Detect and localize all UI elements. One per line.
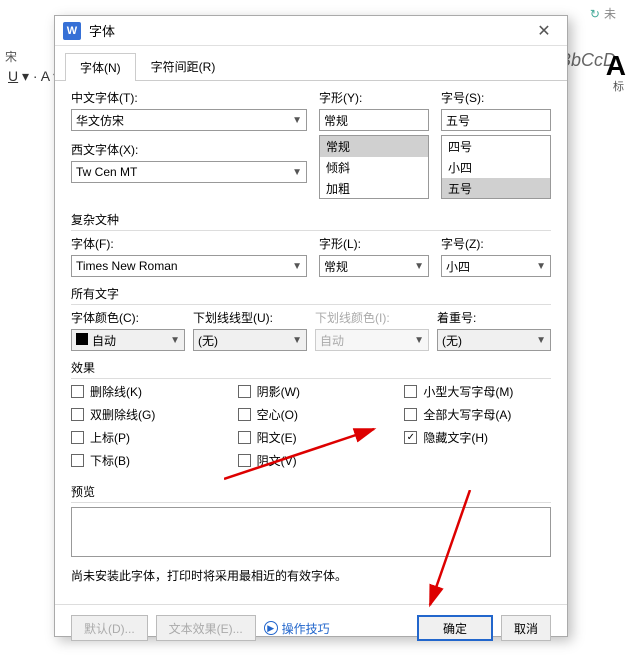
titlebar: W 字体 ✕ <box>55 16 567 46</box>
checkbox-icon <box>238 454 251 467</box>
checkbox-icon <box>71 431 84 444</box>
underline-color-label: 下划线颜色(I): <box>315 309 429 326</box>
chevron-down-icon: ▼ <box>292 167 302 178</box>
chevron-down-icon: ▼ <box>170 335 180 346</box>
color-swatch-icon <box>76 333 88 345</box>
style-label: 字形(Y): <box>319 89 429 106</box>
font-color-combo[interactable]: 自动 ▼ <box>71 329 185 351</box>
complex-font-value: Times New Roman <box>76 259 178 273</box>
checkbox-icon <box>71 385 84 398</box>
bg-underline-btn: U ▾ · A ▾ <box>8 68 60 85</box>
style-input[interactable]: 常规 <box>319 109 429 131</box>
checkbox-icon <box>238 431 251 444</box>
bg-style-sub: 标 <box>613 78 624 94</box>
underline-style-combo[interactable]: (无) ▼ <box>193 329 307 351</box>
text-effects-button[interactable]: 文本效果(E)... <box>156 615 256 641</box>
check-super[interactable]: 上标(P) <box>71 429 218 446</box>
emphasis-label: 着重号: <box>437 309 551 326</box>
tab-font[interactable]: 字体(N) <box>65 53 136 81</box>
western-font-value: Tw Cen MT <box>76 165 137 179</box>
font-dialog: W 字体 ✕ 字体(N) 字符间距(R) 中文字体(T): 华文仿宋 ▼ 字形(… <box>54 15 568 637</box>
tips-link[interactable]: ▶ 操作技巧 <box>264 620 330 637</box>
check-shadow[interactable]: 阴影(W) <box>238 383 385 400</box>
checkbox-icon <box>404 385 417 398</box>
chevron-down-icon: ▼ <box>536 335 546 346</box>
dialog-title: 字体 <box>89 21 529 40</box>
default-button[interactable]: 默认(D)... <box>71 615 148 641</box>
cancel-button[interactable]: 取消 <box>501 615 551 641</box>
chevron-down-icon: ▼ <box>536 261 546 272</box>
complex-size-value: 小四 <box>446 258 470 275</box>
chevron-down-icon: ▼ <box>292 115 302 126</box>
tab-spacing[interactable]: 字符间距(R) <box>136 52 231 80</box>
western-font-combo[interactable]: Tw Cen MT ▼ <box>71 161 307 183</box>
underline-style-label: 下划线线型(U): <box>193 309 307 326</box>
chinese-font-label: 中文字体(T): <box>71 89 307 106</box>
preview-box <box>71 507 551 557</box>
check-dblstrike[interactable]: 双删除线(G) <box>71 406 218 423</box>
effects-label: 效果 <box>71 359 551 379</box>
underline-color-combo: 自动 ▼ <box>315 329 429 351</box>
complex-style-label: 字形(L): <box>319 235 429 252</box>
chinese-font-combo[interactable]: 华文仿宋 ▼ <box>71 109 307 131</box>
chevron-down-icon: ▼ <box>292 261 302 272</box>
check-emboss[interactable]: 阳文(E) <box>238 429 385 446</box>
check-engrave[interactable]: 阴文(V) <box>238 452 385 469</box>
check-strike[interactable]: 删除线(K) <box>71 383 218 400</box>
chevron-down-icon: ▼ <box>414 261 424 272</box>
size-input[interactable]: 五号 <box>441 109 551 131</box>
font-color-label: 字体颜色(C): <box>71 309 185 326</box>
checkbox-icon <box>238 408 251 421</box>
complex-style-combo[interactable]: 常规 ▼ <box>319 255 429 277</box>
bg-font-combo: 宋 <box>5 48 17 65</box>
style-value: 常规 <box>324 112 348 129</box>
info-icon: ▶ <box>264 621 278 635</box>
emphasis-combo[interactable]: (无) ▼ <box>437 329 551 351</box>
complex-size-label: 字号(Z): <box>441 235 551 252</box>
checkbox-icon <box>71 408 84 421</box>
check-hidden[interactable]: 隐藏文字(H) <box>404 429 551 446</box>
checkbox-icon <box>71 454 84 467</box>
chevron-down-icon: ▼ <box>414 335 424 346</box>
ok-button[interactable]: 确定 <box>417 615 493 641</box>
complex-font-label: 字体(F): <box>71 235 307 252</box>
preview-note: 尚未安装此字体，打印时将采用最相近的有效字体。 <box>71 567 551 584</box>
chevron-down-icon: ▼ <box>292 335 302 346</box>
checkbox-checked-icon <box>404 431 417 444</box>
checkbox-icon <box>238 385 251 398</box>
bg-refresh-indicator: 未 <box>590 5 616 22</box>
close-button[interactable]: ✕ <box>529 21 559 41</box>
check-allcaps[interactable]: 全部大写字母(A) <box>404 406 551 423</box>
check-hollow[interactable]: 空心(O) <box>238 406 385 423</box>
complex-font-combo[interactable]: Times New Roman ▼ <box>71 255 307 277</box>
preview-label: 预览 <box>71 483 551 503</box>
western-font-label: 西文字体(X): <box>71 141 307 158</box>
complex-section-label: 复杂文种 <box>71 211 551 231</box>
complex-size-combo[interactable]: 小四 ▼ <box>441 255 551 277</box>
all-text-label: 所有文字 <box>71 285 551 305</box>
tab-strip: 字体(N) 字符间距(R) <box>55 46 567 81</box>
size-label: 字号(S): <box>441 89 551 106</box>
size-value: 五号 <box>446 112 470 129</box>
checkbox-icon <box>404 408 417 421</box>
check-smallcaps[interactable]: 小型大写字母(M) <box>404 383 551 400</box>
check-sub[interactable]: 下标(B) <box>71 452 218 469</box>
dialog-footer: 默认(D)... 文本效果(E)... ▶ 操作技巧 确定 取消 <box>55 604 567 651</box>
complex-style-value: 常规 <box>324 258 348 275</box>
app-icon: W <box>63 22 81 40</box>
chinese-font-value: 华文仿宋 <box>76 112 124 129</box>
